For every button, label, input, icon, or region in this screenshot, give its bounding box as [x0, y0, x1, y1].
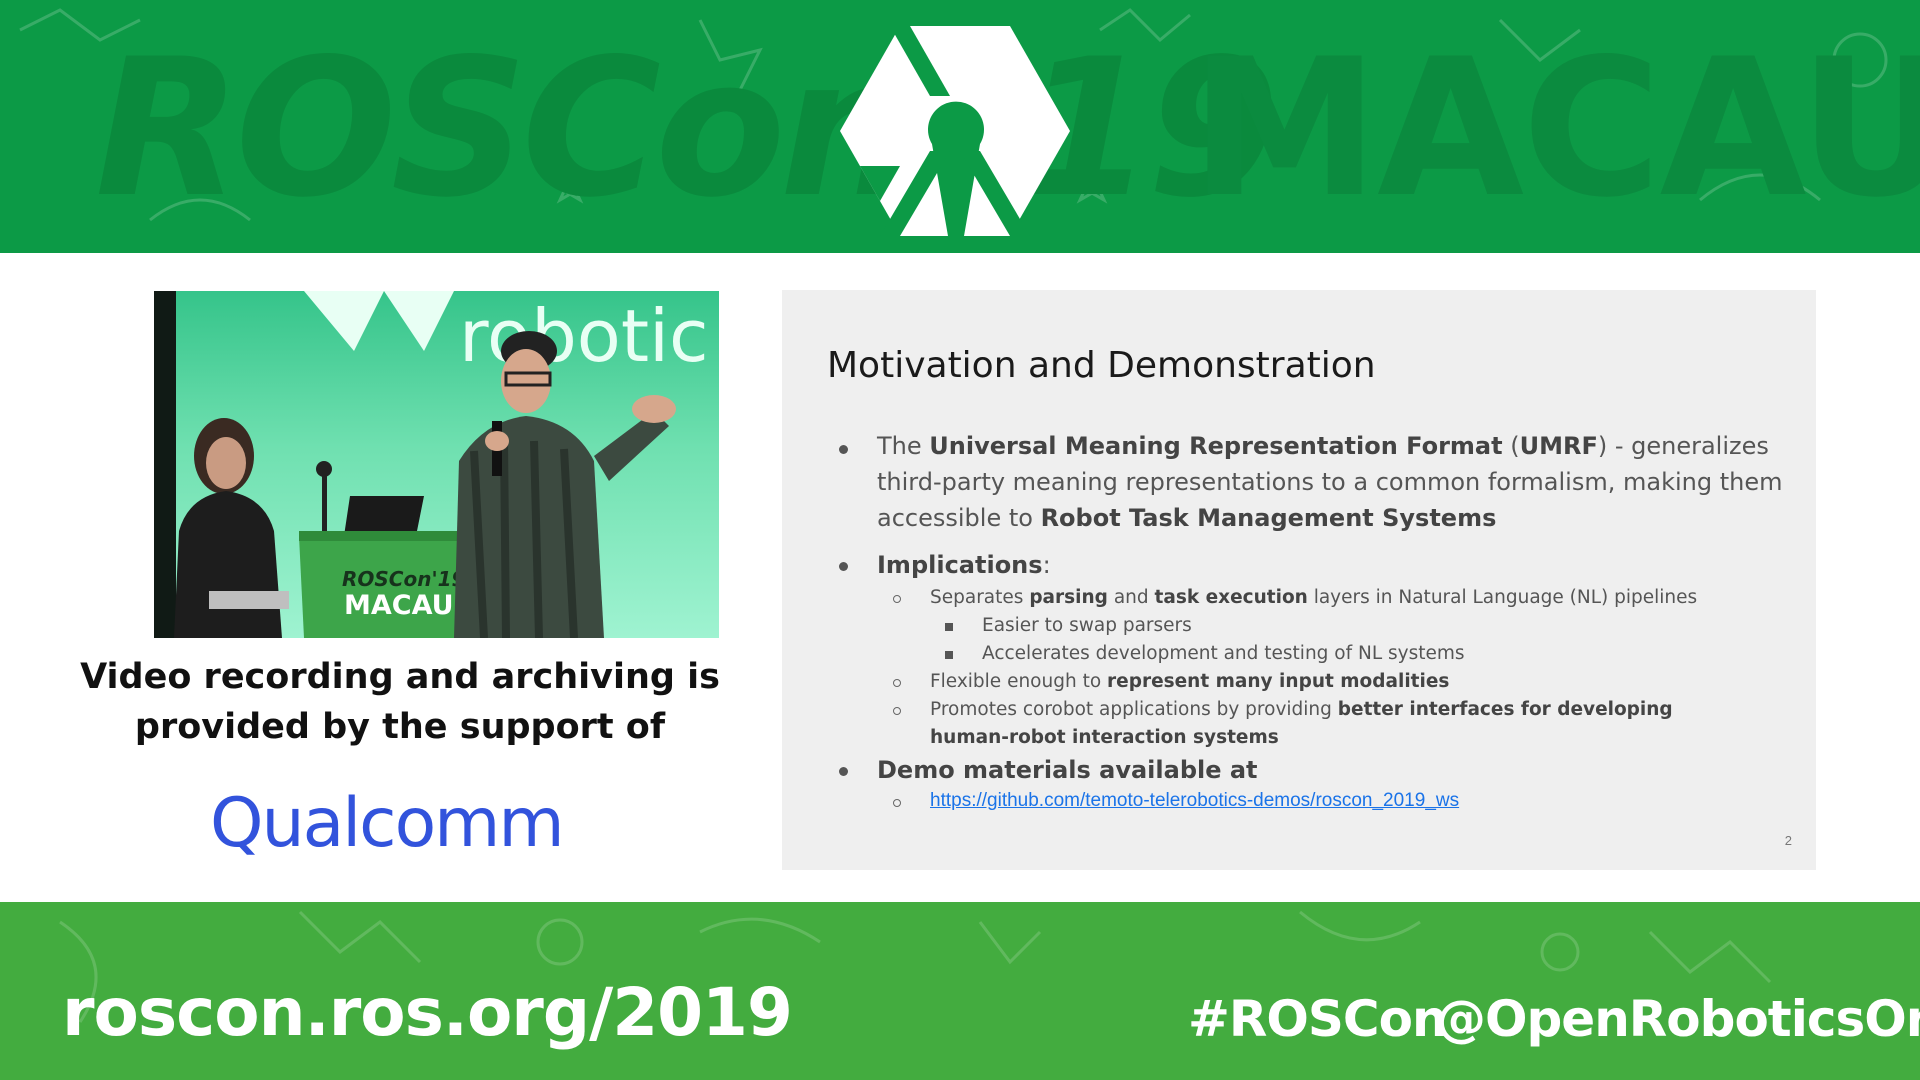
sub-sub-bullet-swap-parsers: Easier to swap parsers: [982, 615, 1192, 636]
presentation-slide: Motivation and Demonstration The Univers…: [782, 290, 1816, 870]
sub-bullet-flexible: Flexible enough to represent many input …: [930, 671, 1450, 692]
bullet-implications: Implications:: [877, 551, 1051, 579]
ros-hexagon-logo-icon: [840, 26, 1070, 236]
banner-macau-word: MACAU: [1190, 18, 1920, 239]
sub-sub-bullet-accelerates: Accelerates development and testing of N…: [982, 643, 1465, 664]
bullet-dot: [839, 562, 848, 571]
podium-macau-text: MACAU: [344, 590, 454, 621]
demo-link-line: https://github.com/temoto-telerobotics-d…: [930, 787, 1459, 815]
sub-bullet-circle: [893, 595, 901, 603]
footer-hashtag: #ROSCon: [1188, 990, 1448, 1048]
demo-materials-link[interactable]: https://github.com/temoto-telerobotics-d…: [930, 790, 1459, 811]
banner-roscon-word: ROSCon '19: [95, 18, 1280, 239]
bottom-banner: roscon.ros.org/2019 #ROSCon @OpenRobotic…: [0, 902, 1920, 1080]
backdrop-robotic-text: robotic: [459, 294, 709, 378]
footer-url: roscon.ros.org/2019: [62, 974, 793, 1051]
sponsor-line-2: provided by the support of: [134, 707, 666, 747]
sub-bullet-circle: [893, 799, 901, 807]
bullet-umrf: The Universal Meaning Representation For…: [877, 432, 1783, 532]
speaker-video-feed: robotic ROSCon'19 MACAU: [154, 291, 719, 638]
rtms-term: Robot Task Management Systems: [1040, 504, 1497, 532]
slide-page-number: 2: [1784, 833, 1792, 848]
footer-twitter-handle: @OpenRoboticsOrg: [1436, 990, 1920, 1048]
slide-bullets: The Universal Meaning Representation For…: [782, 290, 1816, 870]
bullet-dot: [839, 767, 848, 776]
qualcomm-logo: Qualcomm: [210, 784, 565, 863]
podium-roscon-text: ROSCon'19: [342, 567, 466, 591]
stage-scene-illustration: robotic ROSCon'19 MACAU: [154, 291, 709, 638]
sponsor-credit-text: Video recording and archiving is provide…: [60, 652, 740, 752]
sub-bullet-circle: [893, 707, 901, 715]
sponsor-line-1: Video recording and archiving is: [80, 657, 720, 697]
sub-sub-bullet-square: [945, 623, 953, 631]
sub-bullet-promotes: Promotes corobot applications by providi…: [930, 699, 1673, 748]
top-banner: ROSCon '19 MACAU: [0, 0, 1920, 253]
umrf-acronym: UMRF: [1519, 432, 1598, 460]
sub-sub-bullet-square: [945, 651, 953, 659]
bullet-demo-materials: Demo materials available at: [877, 756, 1258, 784]
sub-bullet-circle: [893, 679, 901, 687]
umrf-full-name: Universal Meaning Representation Format: [929, 432, 1503, 460]
bullet-dot: [839, 445, 848, 454]
sub-bullet-separates: Separates parsing and task execution lay…: [930, 587, 1698, 608]
